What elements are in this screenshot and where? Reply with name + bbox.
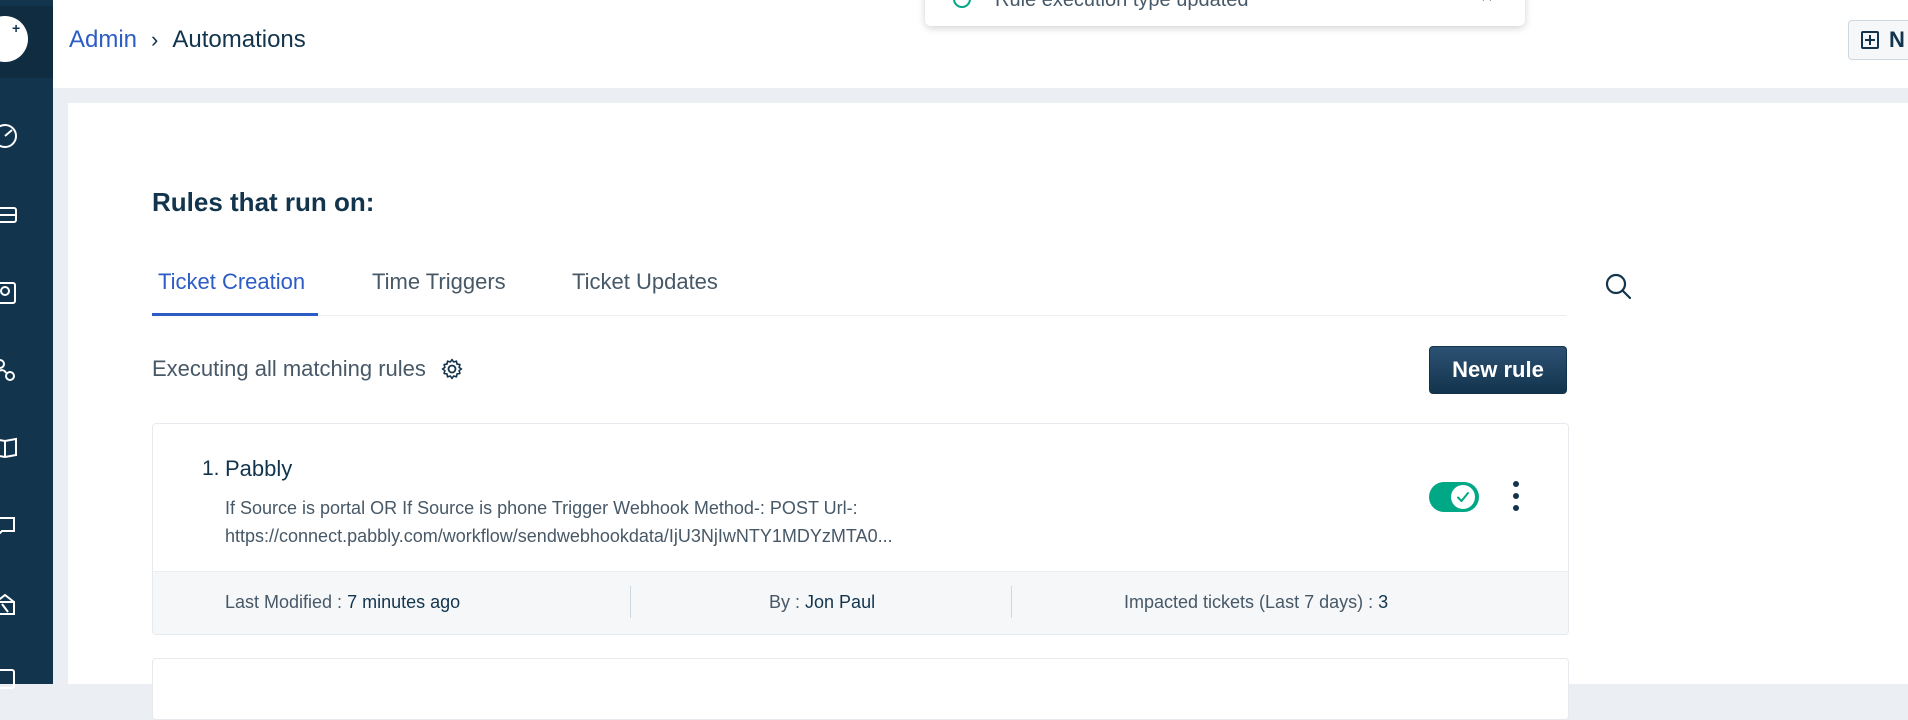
main-content: Rules that run on: Ticket Creation Time … [68, 103, 1908, 720]
gear-icon[interactable] [440, 357, 464, 381]
forums-icon[interactable] [0, 512, 20, 542]
dashboard-icon[interactable] [0, 121, 20, 151]
execution-mode-text: Executing all matching rules [152, 356, 426, 381]
tab-bar: Ticket Creation Time Triggers Ticket Upd… [152, 247, 1632, 316]
impacted-tickets-label: Impacted tickets (Last 7 days) : [1124, 592, 1374, 612]
admin-icon[interactable] [0, 664, 20, 694]
success-icon [953, 0, 971, 8]
rule-name[interactable]: Pabbly [225, 456, 292, 482]
rule-card[interactable] [152, 658, 1569, 720]
check-icon [1451, 485, 1475, 509]
toast-message: Rule execution type updated [995, 0, 1249, 11]
last-modified: Last Modified : 7 minutes ago [225, 592, 460, 613]
contacts-icon[interactable] [0, 278, 20, 308]
rule-description: If Source is portal OR If Source is phon… [225, 494, 985, 550]
tab-ticket-creation[interactable]: Ticket Creation [158, 269, 305, 295]
execution-mode: Executing all matching rules [152, 356, 464, 382]
chevron-right-icon: › [151, 27, 159, 52]
impacted-tickets-value: 3 [1378, 592, 1389, 612]
solutions-icon[interactable] [0, 432, 20, 462]
new-item-button[interactable]: N [1848, 20, 1908, 60]
tickets-icon[interactable] [0, 200, 20, 230]
rule-card[interactable]: 1. Pabbly If Source is portal OR If Sour… [152, 423, 1569, 635]
rule-card-footer: Last Modified : 7 minutes ago By : Jon P… [153, 571, 1568, 634]
rule-enabled-toggle[interactable] [1429, 482, 1479, 512]
reports-icon[interactable] [0, 590, 20, 620]
breadcrumb: Admin › Automations [69, 26, 306, 54]
last-modified-label: Last Modified : [225, 592, 343, 612]
freshdesk-logo[interactable]: + [0, 6, 53, 78]
search-icon[interactable] [1603, 271, 1633, 301]
page-title: Automations [172, 26, 306, 53]
new-item-label: N [1889, 27, 1905, 52]
section-title: Rules that run on: [152, 187, 375, 217]
rule-description-line: https://connect.pabbly.com/workflow/send… [225, 526, 893, 546]
new-rule-button[interactable]: New rule [1429, 346, 1567, 394]
divider [1011, 586, 1012, 618]
active-tab-indicator [152, 313, 318, 316]
breadcrumb-admin-link[interactable]: Admin [69, 26, 137, 54]
modified-by: By : Jon Paul [769, 592, 875, 613]
rule-description-line: If Source is portal OR If Source is phon… [225, 498, 858, 518]
modified-by-value: Jon Paul [805, 592, 876, 612]
modified-by-label: By : [769, 592, 801, 612]
toast-notification: Rule execution type updated × [925, 0, 1525, 26]
tab-time-triggers[interactable]: Time Triggers [372, 269, 506, 295]
last-modified-value: 7 minutes ago [347, 592, 461, 612]
divider [630, 586, 631, 618]
impacted-tickets: Impacted tickets (Last 7 days) : 3 [1124, 592, 1388, 613]
rule-number: 1. [202, 457, 220, 480]
plus-icon: + [12, 20, 21, 36]
plus-square-icon [1861, 31, 1879, 49]
groups-icon[interactable] [0, 356, 20, 386]
close-icon[interactable]: × [1481, 0, 1493, 9]
tab-ticket-updates[interactable]: Ticket Updates [572, 269, 718, 295]
more-options-icon[interactable] [1510, 481, 1522, 511]
sidebar: + [0, 0, 53, 689]
